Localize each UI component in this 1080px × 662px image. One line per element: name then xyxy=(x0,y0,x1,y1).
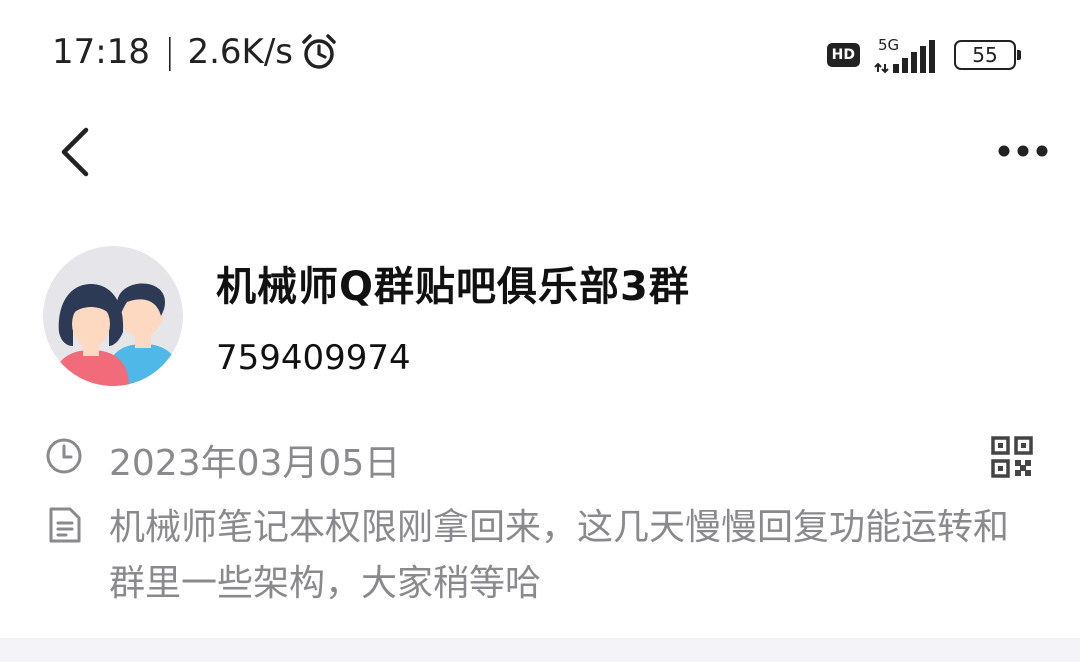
group-name: 机械师Q群贴吧俱乐部3群 xyxy=(216,264,690,310)
created-date-row: 2023年03月05日 xyxy=(44,432,1044,484)
group-description: 机械师笔记本权限刚拿回来，这几天慢慢回复功能运转和群里一些架构，大家稍等哈 xyxy=(109,507,1010,604)
more-dots-icon[interactable] xyxy=(996,138,1050,164)
bottom-divider xyxy=(0,638,1080,662)
group-profile-screen: 17:18 | 2.6K/s HD 5G 55 机械师Q群贴吧俱乐部3群 759… xyxy=(0,0,1080,662)
alarm-clock-icon xyxy=(302,34,336,69)
clock-time: 17:18 xyxy=(52,32,150,72)
group-avatar-icon xyxy=(53,283,181,386)
signal-5g-icon: 5G xyxy=(874,36,935,74)
chevron-left-icon[interactable] xyxy=(56,126,96,178)
status-separator: | xyxy=(163,32,176,72)
battery-indicator: 55 xyxy=(954,40,1021,70)
status-bar: 17:18 | 2.6K/s HD 5G 55 xyxy=(0,0,1080,100)
battery-level: 55 xyxy=(972,43,998,67)
qr-code-icon[interactable] xyxy=(991,436,1033,478)
hd-badge: HD xyxy=(826,43,860,67)
status-bar-right: HD 5G 55 xyxy=(826,36,1021,74)
document-icon xyxy=(49,507,81,543)
network-speed: 2.6K/s xyxy=(187,32,293,72)
clock-icon xyxy=(46,438,82,474)
created-date: 2023年03月05日 xyxy=(109,443,401,484)
status-bar-left: 17:18 | 2.6K/s xyxy=(52,32,339,72)
group-avatar[interactable] xyxy=(43,246,183,386)
group-number: 759409974 xyxy=(216,338,411,378)
network-type-label: 5G xyxy=(878,36,899,54)
